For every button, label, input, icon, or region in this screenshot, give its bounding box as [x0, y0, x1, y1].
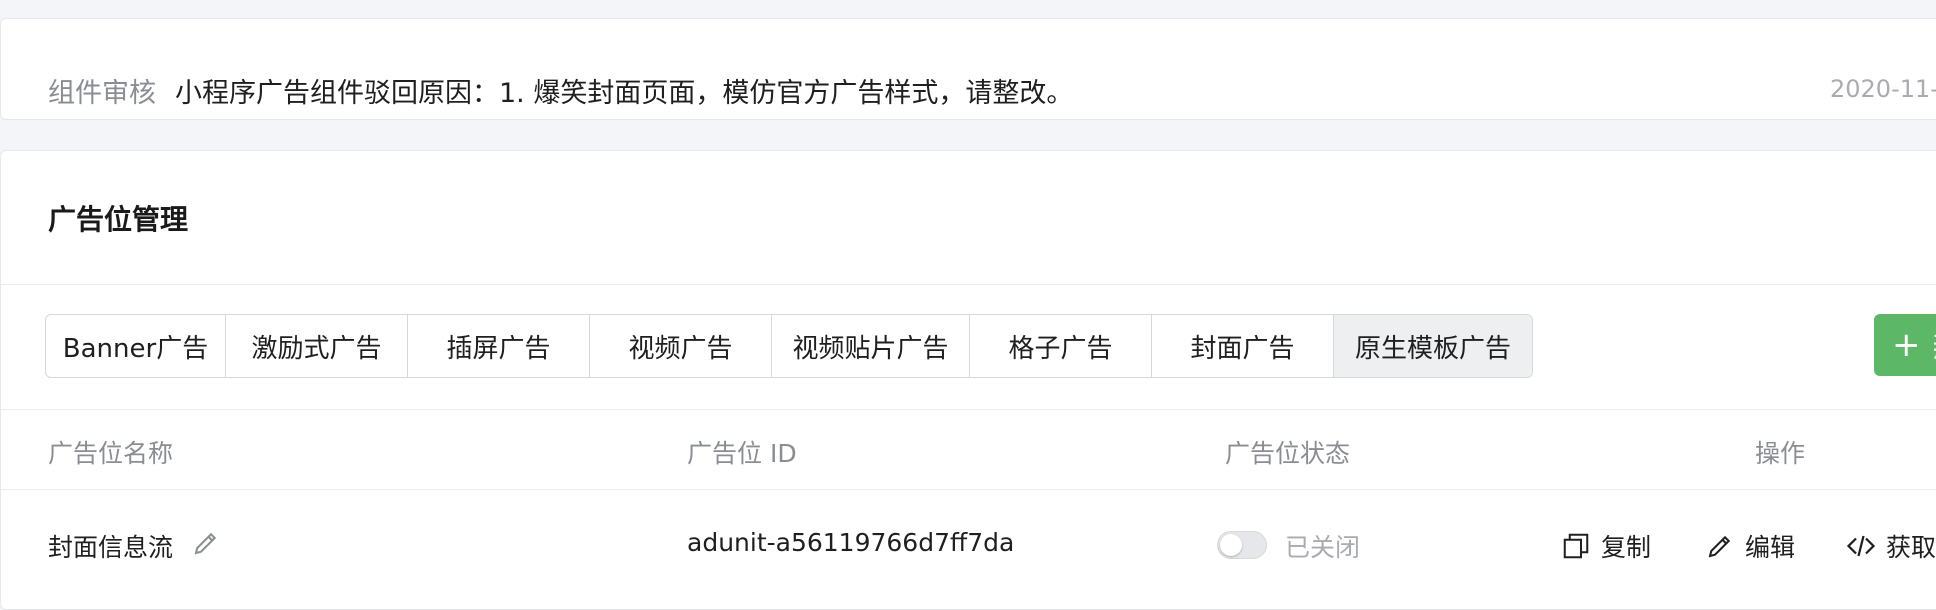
- review-notice: 组件审核 小程序广告组件驳回原因：1. 爆笑封面页面，模仿官方广告样式，请整改。…: [0, 18, 1936, 120]
- tab-banner[interactable]: Banner广告: [46, 315, 226, 377]
- tab-interstitial[interactable]: 插屏广告: [408, 315, 590, 377]
- code-icon: [1846, 531, 1876, 561]
- plus-icon: +: [1892, 325, 1921, 365]
- status-text: 已关闭: [1285, 528, 1360, 564]
- column-header-actions: 操作: [1755, 434, 1805, 470]
- tab-native-template[interactable]: 原生模板广告: [1334, 315, 1532, 377]
- column-header-name: 广告位名称: [48, 434, 173, 470]
- tab-rewarded[interactable]: 激励式广告: [226, 315, 408, 377]
- tab-cover[interactable]: 封面广告: [1152, 315, 1334, 377]
- edit-action[interactable]: 编辑: [1705, 528, 1795, 564]
- pencil-icon[interactable]: [191, 528, 221, 558]
- column-header-id: 广告位 ID: [687, 434, 797, 470]
- toggle-knob: [1220, 534, 1242, 556]
- column-header-status: 广告位状态: [1225, 434, 1350, 470]
- copy-action[interactable]: 复制: [1561, 528, 1651, 564]
- tab-grid[interactable]: 格子广告: [970, 315, 1152, 377]
- get-code-label: 获取: [1886, 528, 1936, 564]
- ad-unit-name: 封面信息流: [48, 528, 173, 564]
- ad-unit-panel: 广告位管理 Banner广告 激励式广告 插屏广告 视频广告 视频贴片广告 格子…: [0, 150, 1936, 610]
- notice-message: 小程序广告组件驳回原因：1. 爆笑封面页面，模仿官方广告样式，请整改。: [175, 71, 1073, 110]
- tab-video[interactable]: 视频广告: [590, 315, 772, 377]
- panel-title: 广告位管理: [48, 198, 188, 238]
- copy-label: 复制: [1601, 528, 1651, 564]
- new-ad-unit-button[interactable]: + 新: [1874, 314, 1936, 376]
- divider: [1, 489, 1936, 490]
- copy-icon: [1561, 531, 1591, 561]
- get-code-action[interactable]: 获取: [1846, 528, 1936, 564]
- status-toggle[interactable]: [1217, 531, 1267, 559]
- divider: [1, 409, 1936, 410]
- ad-unit-id: adunit-a56119766d7ff7da: [687, 528, 1014, 557]
- notice-tag: 组件审核: [48, 71, 156, 110]
- notice-date: 2020-11-: [1830, 75, 1936, 103]
- ad-type-tabs: Banner广告 激励式广告 插屏广告 视频广告 视频贴片广告 格子广告 封面广…: [45, 314, 1533, 378]
- tab-video-patch[interactable]: 视频贴片广告: [772, 315, 970, 377]
- pencil-icon: [1705, 531, 1735, 561]
- new-button-label: 新: [1933, 321, 1936, 370]
- edit-label: 编辑: [1745, 528, 1795, 564]
- divider: [1, 284, 1936, 285]
